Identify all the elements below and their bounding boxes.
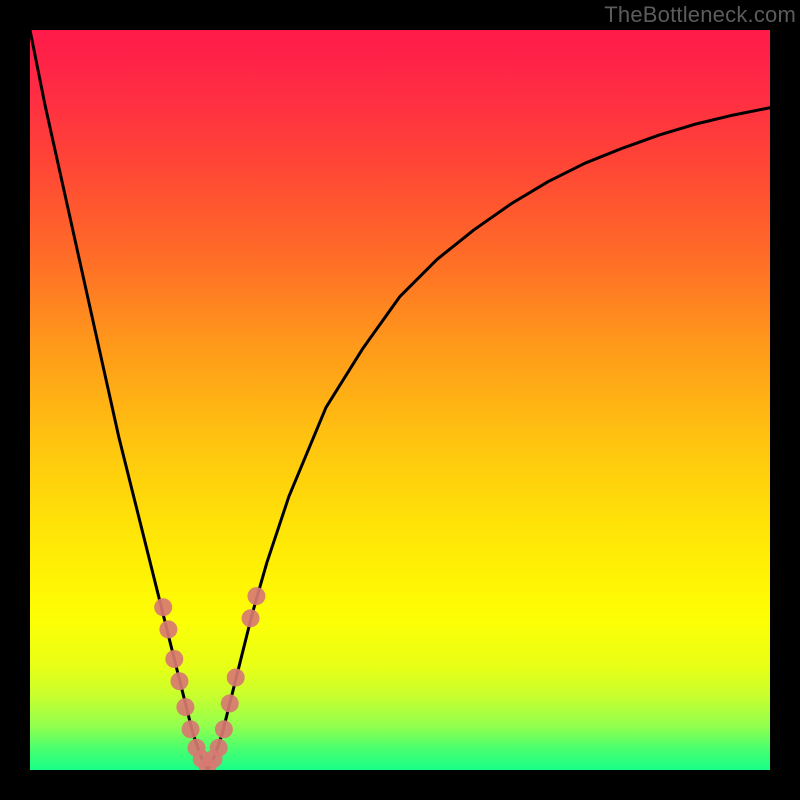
highlight-point xyxy=(176,698,194,716)
highlight-point xyxy=(221,694,239,712)
highlight-point xyxy=(227,669,245,687)
highlight-point xyxy=(215,720,233,738)
curve-layer xyxy=(30,30,770,770)
bottleneck-curve-path xyxy=(30,30,770,770)
highlight-point xyxy=(242,609,260,627)
bottleneck-curve xyxy=(30,30,770,770)
highlight-point xyxy=(182,720,200,738)
highlight-point xyxy=(247,587,265,605)
plot-area xyxy=(30,30,770,770)
highlight-point xyxy=(159,620,177,638)
highlight-points xyxy=(154,587,265,770)
highlight-point xyxy=(170,672,188,690)
highlight-point xyxy=(210,739,228,757)
highlight-point xyxy=(165,650,183,668)
chart-frame: TheBottleneck.com xyxy=(0,0,800,800)
watermark-text: TheBottleneck.com xyxy=(604,2,796,28)
highlight-point xyxy=(154,598,172,616)
